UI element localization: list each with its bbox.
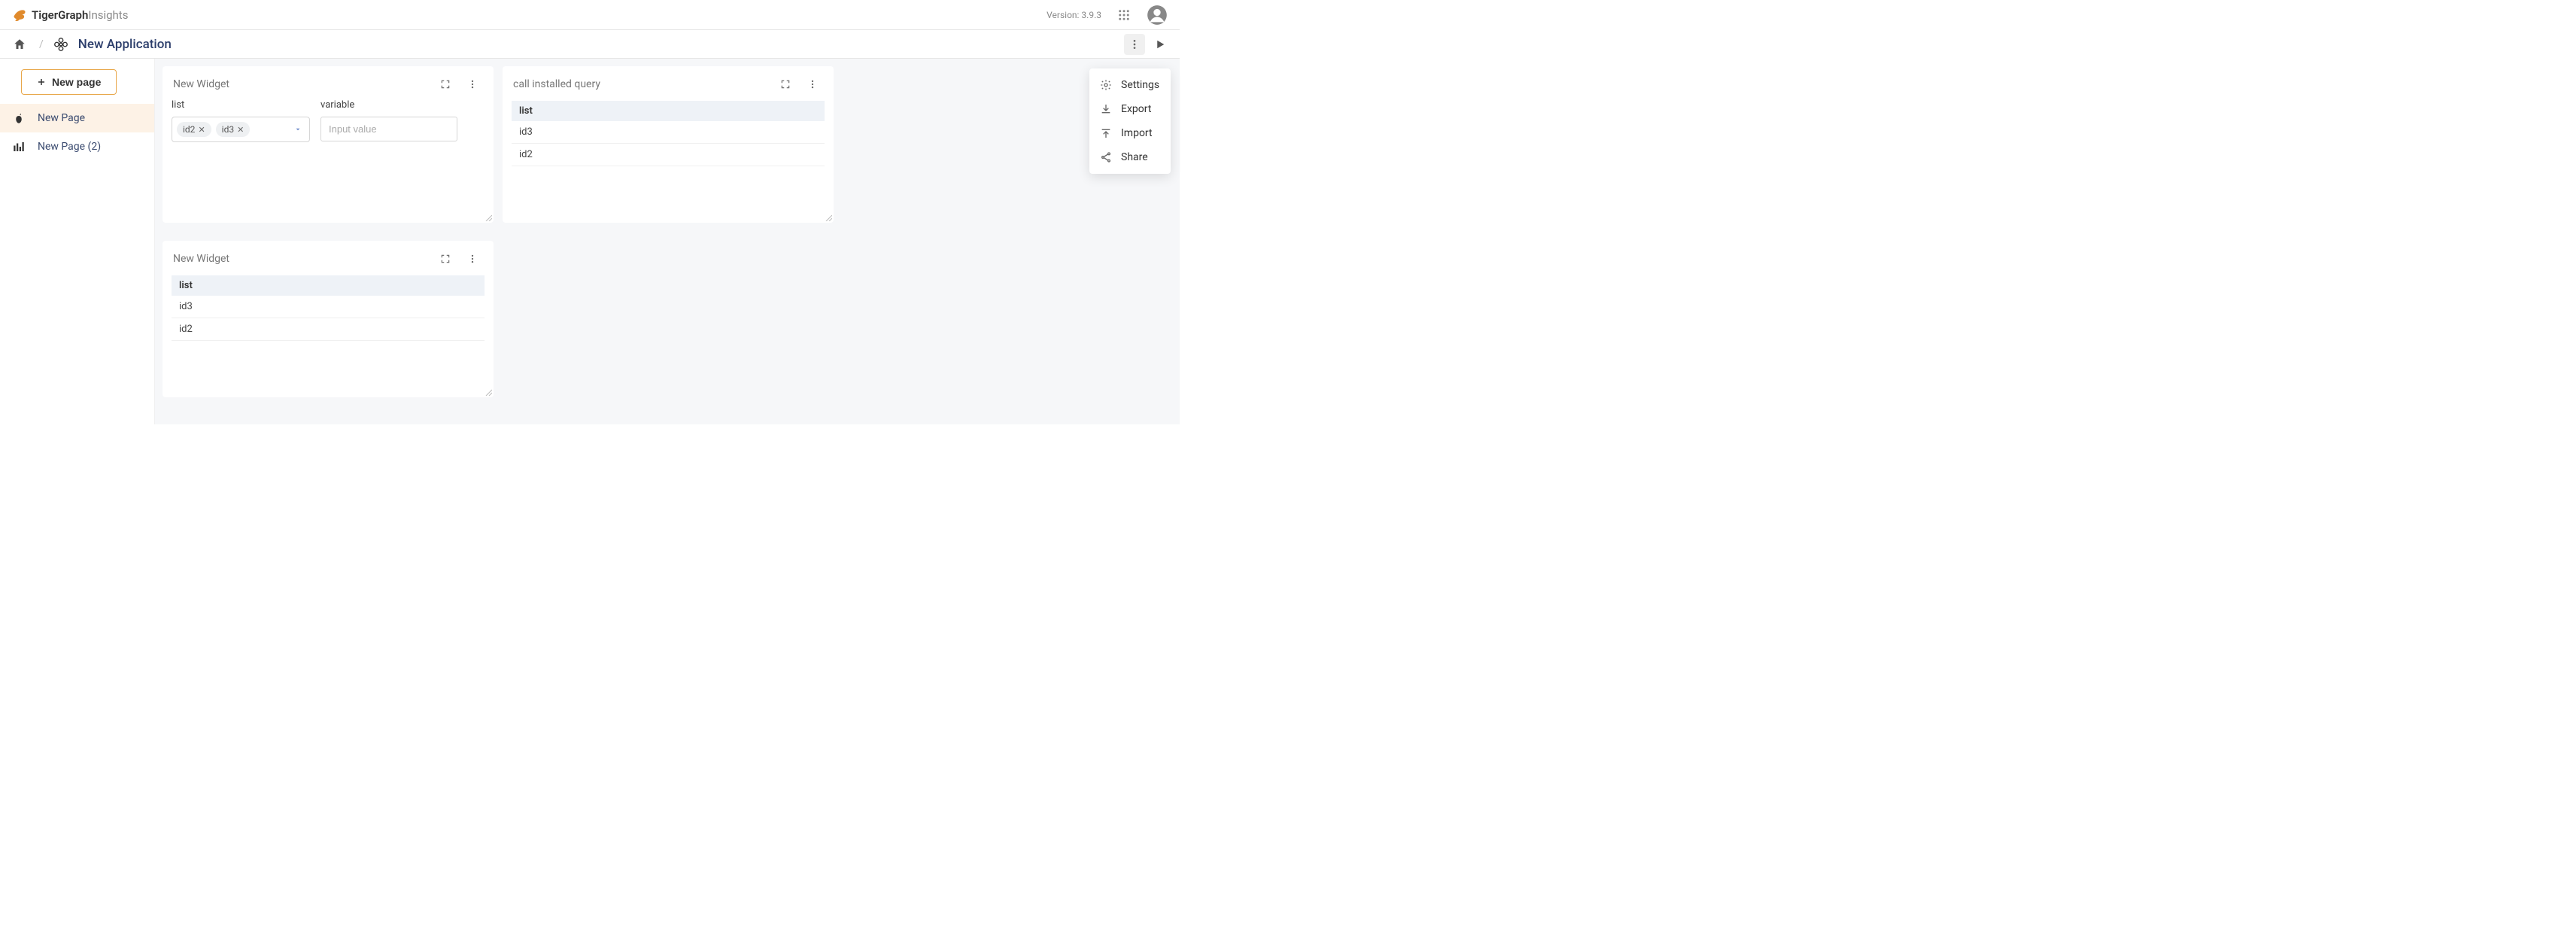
- sidebar: New page New Page New Page (2): [0, 59, 155, 424]
- column-header: list: [172, 275, 485, 296]
- fullscreen-icon[interactable]: [435, 74, 456, 95]
- menu-item-share[interactable]: Share: [1089, 145, 1171, 169]
- app-icon: [53, 36, 69, 53]
- more-menu: Settings Export Import Share: [1089, 68, 1171, 174]
- download-icon: [1100, 103, 1112, 115]
- version-label: Version: 3.9.3: [1046, 10, 1101, 20]
- field-label-list: list: [172, 99, 310, 111]
- tag-remove-icon[interactable]: ✕: [198, 125, 205, 135]
- menu-item-label: Settings: [1121, 79, 1159, 91]
- tigergraph-icon: [12, 8, 27, 23]
- column-header: list: [512, 101, 825, 121]
- fullscreen-icon[interactable]: [775, 74, 796, 95]
- table-row[interactable]: id2: [512, 144, 825, 166]
- table-row[interactable]: id2: [172, 318, 485, 341]
- list-table: list id3 id2: [512, 101, 825, 166]
- menu-item-settings[interactable]: Settings: [1089, 73, 1171, 97]
- apple-icon: [11, 110, 27, 126]
- multiselect-tag: id3 ✕: [216, 122, 251, 137]
- sidebar-item-label: New Page (2): [38, 141, 101, 153]
- new-page-button[interactable]: New page: [21, 69, 117, 95]
- widget-form: New Widget list id2: [163, 66, 494, 223]
- topbar: TigerGraphInsights Version: 3.9.3: [0, 0, 1180, 30]
- menu-item-label: Export: [1121, 103, 1151, 115]
- menu-item-label: Share: [1121, 151, 1148, 163]
- app-title: New Application: [78, 37, 172, 52]
- brand-logo[interactable]: TigerGraphInsights: [12, 8, 128, 23]
- menu-item-label: Import: [1121, 127, 1153, 139]
- resize-handle[interactable]: [825, 214, 832, 221]
- more-menu-button[interactable]: [1124, 34, 1145, 55]
- sidebar-item-label: New Page: [38, 112, 85, 124]
- multiselect-tag: id2 ✕: [177, 122, 211, 137]
- widget-title: New Widget: [173, 78, 229, 90]
- table-row[interactable]: id3: [172, 296, 485, 318]
- widget-more-icon[interactable]: [462, 248, 483, 269]
- tag-label: id3: [222, 124, 234, 135]
- list-table: list id3 id2: [172, 275, 485, 341]
- menu-item-export[interactable]: Export: [1089, 97, 1171, 121]
- sidebar-item-page-1[interactable]: New Page: [0, 104, 154, 132]
- tag-label: id2: [183, 124, 195, 135]
- share-icon: [1100, 151, 1112, 163]
- apps-grid-icon[interactable]: [1113, 5, 1135, 26]
- widget-title: New Widget: [173, 253, 229, 265]
- menu-item-import[interactable]: Import: [1089, 121, 1171, 145]
- caret-down-icon[interactable]: [291, 123, 305, 136]
- fullscreen-icon[interactable]: [435, 248, 456, 269]
- list-multiselect[interactable]: id2 ✕ id3 ✕: [172, 117, 310, 142]
- new-page-label: New page: [52, 76, 101, 88]
- sidebar-item-page-2[interactable]: New Page (2): [0, 132, 154, 161]
- home-icon[interactable]: [9, 34, 30, 55]
- tag-remove-icon[interactable]: ✕: [237, 125, 244, 135]
- widget-list: New Widget list id3 id2: [163, 241, 494, 397]
- gear-icon: [1100, 79, 1112, 91]
- variable-input[interactable]: [320, 117, 457, 141]
- cell: id3: [172, 296, 485, 318]
- cell: id3: [512, 121, 825, 144]
- widget-list-query: call installed query list id3 id2: [503, 66, 834, 223]
- resize-handle[interactable]: [485, 214, 492, 221]
- upload-icon: [1100, 127, 1112, 139]
- breadcrumb-bar: / New Application Settings Export: [0, 30, 1180, 59]
- field-label-variable: variable: [320, 99, 457, 111]
- widget-title: call installed query: [513, 78, 600, 90]
- brand-name: TigerGraphInsights: [32, 8, 128, 22]
- cell: id2: [512, 144, 825, 166]
- play-button[interactable]: [1150, 34, 1171, 55]
- breadcrumb-separator: /: [39, 38, 44, 50]
- canvas: New Widget list id2: [155, 59, 1180, 424]
- widget-more-icon[interactable]: [802, 74, 823, 95]
- bars-icon: [11, 138, 27, 155]
- table-row[interactable]: id3: [512, 121, 825, 144]
- resize-handle[interactable]: [485, 388, 492, 396]
- widget-more-icon[interactable]: [462, 74, 483, 95]
- plus-icon: [37, 78, 46, 87]
- avatar[interactable]: [1147, 5, 1168, 26]
- cell: id2: [172, 318, 485, 341]
